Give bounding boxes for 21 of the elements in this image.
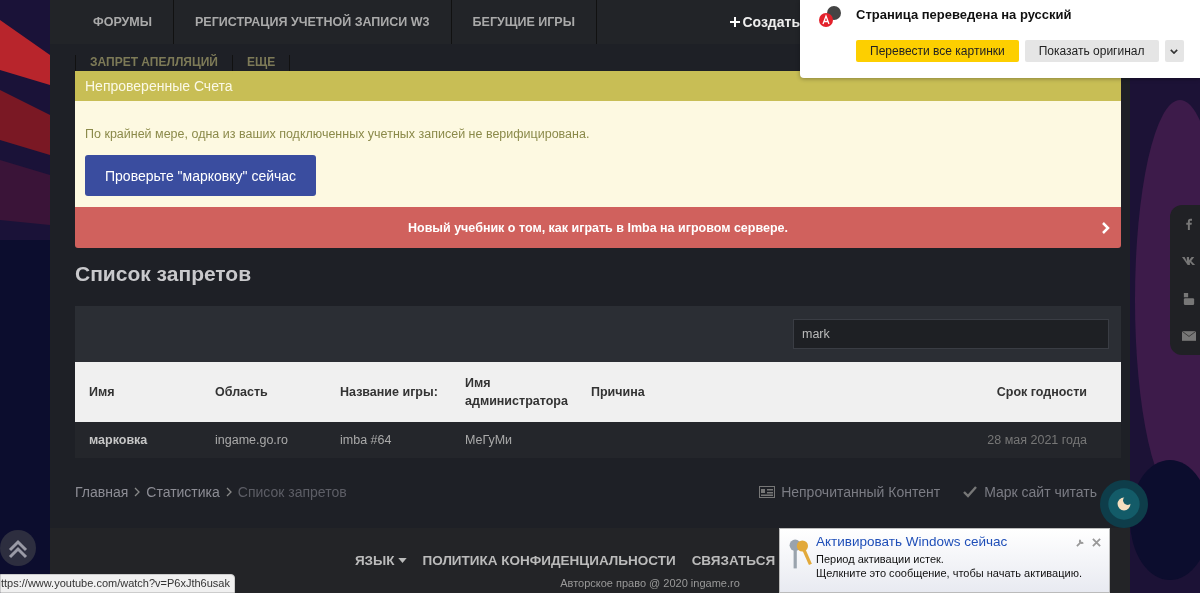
column-header: Срок годности bbox=[995, 384, 1087, 401]
column-header: Название игры: bbox=[340, 384, 439, 401]
column-header: Имя bbox=[89, 384, 116, 401]
column-header: Область bbox=[215, 384, 269, 401]
column-header: Причина bbox=[591, 384, 646, 401]
table-cell-text: МеГуМи bbox=[465, 433, 514, 447]
status-url: ttps://www.youtube.com/watch?v=P6xJth6usak bbox=[0, 574, 235, 593]
notification-title: Активировать Windows сейчас bbox=[816, 534, 1008, 549]
page-title: Список запретов bbox=[75, 262, 253, 286]
notice-title: Непроверенные Счета bbox=[85, 78, 233, 94]
copyright-text: Авторское право @ 2020 ingame.ro bbox=[559, 577, 740, 589]
column-header: Имя администратора bbox=[465, 375, 569, 410]
table-cell-text: марковка bbox=[89, 433, 149, 447]
notification-text: Период активации истек. bbox=[816, 552, 944, 566]
notice-text: По крайней мере, одна из ваших подключенных учетных записей не верифицирована. bbox=[85, 127, 591, 141]
table-cell-text: ingame.go.ro bbox=[215, 433, 289, 447]
announcement-text: Новый учебник о том, как играть в Imba на игровом сервере. bbox=[408, 220, 788, 235]
table-cell-text: 28 мая 2021 года bbox=[986, 433, 1087, 447]
notification-text: Щелкните это сообщение, чтобы начать активацию. bbox=[816, 566, 1082, 580]
table-cell-text: imba #64 bbox=[340, 433, 393, 447]
popup-title: Страница переведена на русский bbox=[856, 6, 1072, 22]
